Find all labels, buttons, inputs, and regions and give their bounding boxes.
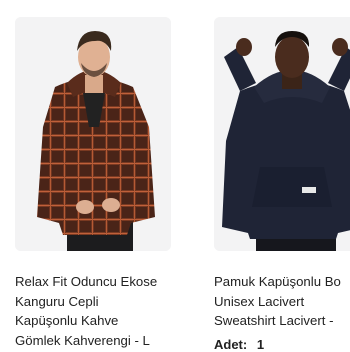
product-image[interactable] [15, 17, 171, 251]
product-title-line: Unisex Lacivert [214, 293, 305, 309]
navy-hoodie-model-image [214, 17, 350, 251]
plaid-shirt-model-image [15, 17, 171, 251]
product-title-line: Relax Fit Oduncu Ekose [15, 274, 158, 289]
product-title-line: Kanguru Cepli [15, 293, 99, 309]
product-title-line: Kapüşonlu Kahve [15, 313, 119, 328]
product-title-line: Pamuk Kapüşonlu Bo [214, 274, 341, 289]
product-image[interactable] [214, 17, 350, 251]
product-title-line: Gömlek Kahverengi - L [15, 332, 150, 348]
product-title-line: Sweatshirt Lacivert - [214, 313, 334, 328]
product-title[interactable]: Pamuk Kapüşonlu Bo Unisex Lacivert Sweat… [214, 272, 350, 331]
product-title[interactable]: Relax Fit Oduncu Ekose Kanguru Cepli Kap… [15, 272, 180, 350]
